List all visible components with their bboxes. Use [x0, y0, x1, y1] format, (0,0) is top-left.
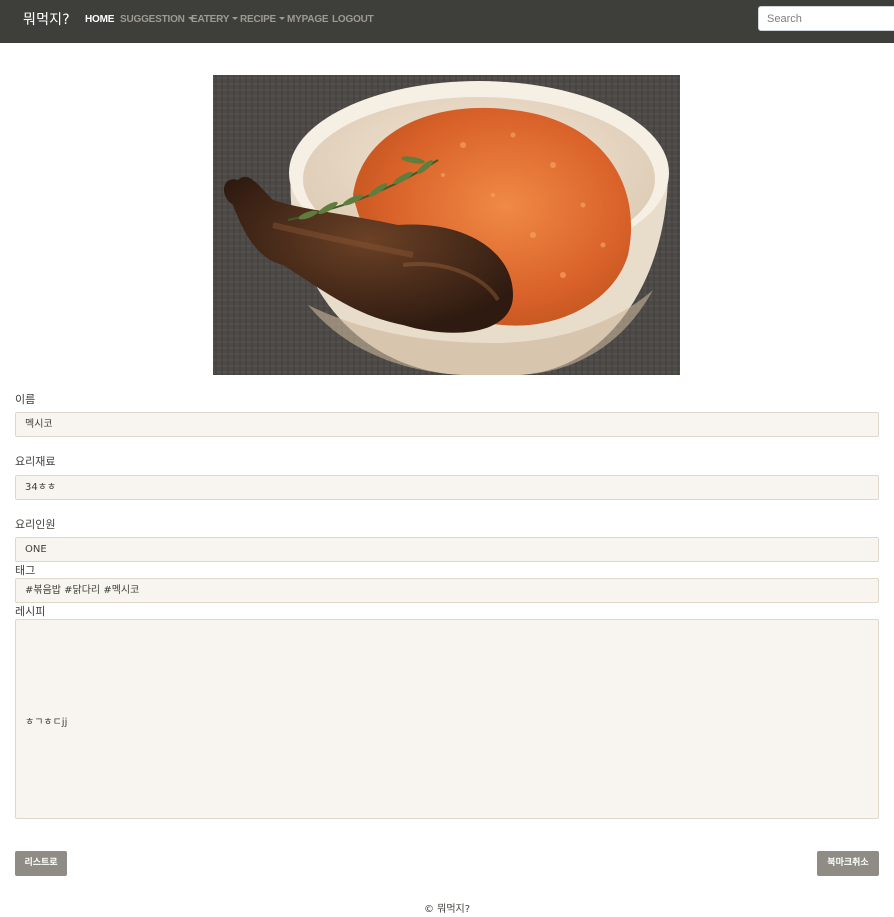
ingredients-field[interactable]: 34ㅎㅎ: [15, 475, 879, 500]
name-value: 멕시코: [25, 419, 53, 430]
servings-label: 요리인원: [15, 518, 56, 531]
ingredients-value: 34ㅎㅎ: [25, 482, 57, 493]
tags-label: 태그: [15, 564, 36, 577]
nav-suggestion[interactable]: SUGGESTION: [120, 14, 194, 25]
nav-suggestion-label: SUGGESTION: [120, 14, 185, 25]
nav-mypage-label: MYPAGE: [287, 14, 329, 25]
footer-copyright: © 뭐먹지?: [423, 904, 471, 915]
recipe-value: ㅎㄱㅎㄷjj: [25, 717, 68, 728]
search-input[interactable]: [758, 6, 894, 31]
chevron-down-icon: [232, 17, 239, 20]
nav-logout[interactable]: LOGOUT: [332, 14, 374, 25]
recipe-photo: [213, 75, 680, 375]
servings-field[interactable]: ONE: [15, 537, 879, 562]
tags-field[interactable]: #볶음밥 #닭다리 #멕시코: [15, 578, 879, 603]
recipe-label: 레시피: [15, 605, 46, 618]
nav-home-label: HOME: [85, 14, 115, 25]
nav-logout-label: LOGOUT: [332, 14, 374, 25]
nav-recipe-label: RECIPE: [240, 14, 277, 25]
tags-value: #볶음밥 #닭다리 #멕시코: [25, 585, 140, 596]
recipe-textarea[interactable]: ㅎㄱㅎㄷjj: [15, 619, 879, 819]
servings-value: ONE: [25, 544, 47, 555]
nav-eatery-label: EATERY: [191, 14, 230, 25]
brand-logo[interactable]: 뭐먹지?: [23, 9, 70, 29]
nav-recipe[interactable]: RECIPE: [240, 14, 286, 25]
ingredients-label: 요리재료: [15, 455, 56, 468]
nav-mypage[interactable]: MYPAGE: [287, 14, 329, 25]
name-field[interactable]: 멕시코: [15, 412, 879, 437]
name-label: 이름: [15, 393, 36, 406]
chevron-down-icon: [279, 17, 286, 20]
list-button[interactable]: 리스트로: [15, 851, 67, 876]
nav-eatery[interactable]: EATERY: [191, 14, 239, 25]
navbar: 뭐먹지? HOME SUGGESTION EATERY RECIPE MYPAG…: [0, 0, 894, 43]
nav-home[interactable]: HOME: [85, 14, 114, 25]
bookmark-cancel-button[interactable]: 북마크취소: [817, 851, 879, 876]
